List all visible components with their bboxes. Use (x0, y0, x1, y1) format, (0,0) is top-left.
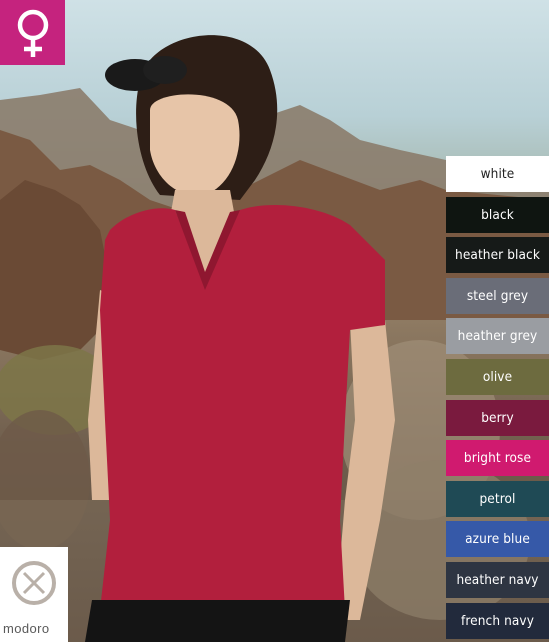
swatch-label: azure blue (465, 531, 530, 548)
swatch-label: heather black (455, 247, 540, 264)
circled-x-logo-icon (12, 561, 56, 605)
swatch-label: heather navy (456, 571, 539, 588)
color-swatch-heather-grey[interactable]: heather grey (446, 318, 549, 355)
color-swatch-heather-navy[interactable]: heather navy (446, 561, 549, 598)
color-swatch-berry[interactable]: berry (446, 399, 549, 436)
swatch-label: berry (481, 409, 514, 426)
color-swatch-french-navy[interactable]: french navy (446, 602, 549, 639)
color-swatch-azure-blue[interactable]: azure blue (446, 521, 549, 558)
color-swatch-list: white black heather black steel grey hea… (446, 156, 549, 643)
swatch-label: french navy (461, 612, 534, 629)
swatch-label: steel grey (466, 287, 529, 304)
gender-badge (0, 0, 65, 65)
swatch-label: petrol (479, 490, 516, 507)
swatch-label: white (480, 166, 515, 182)
color-swatch-heather-black[interactable]: heather black (446, 237, 549, 274)
swatch-label: bright rose (463, 450, 532, 467)
color-swatch-black[interactable]: black (446, 196, 549, 233)
color-swatch-steel-grey[interactable]: steel grey (446, 277, 549, 314)
color-swatch-bright-rose[interactable]: bright rose (446, 440, 549, 477)
swatch-label: olive (482, 368, 513, 385)
brand-name: modoro (3, 621, 50, 636)
swatch-label: heather grey (457, 328, 538, 345)
color-swatch-petrol[interactable]: petrol (446, 480, 549, 517)
color-swatch-white[interactable]: white (446, 156, 549, 192)
color-swatch-olive[interactable]: olive (446, 358, 549, 395)
female-symbol-icon (17, 9, 48, 57)
brand-logo: modoro (0, 547, 68, 642)
swatch-label: black (481, 206, 514, 223)
